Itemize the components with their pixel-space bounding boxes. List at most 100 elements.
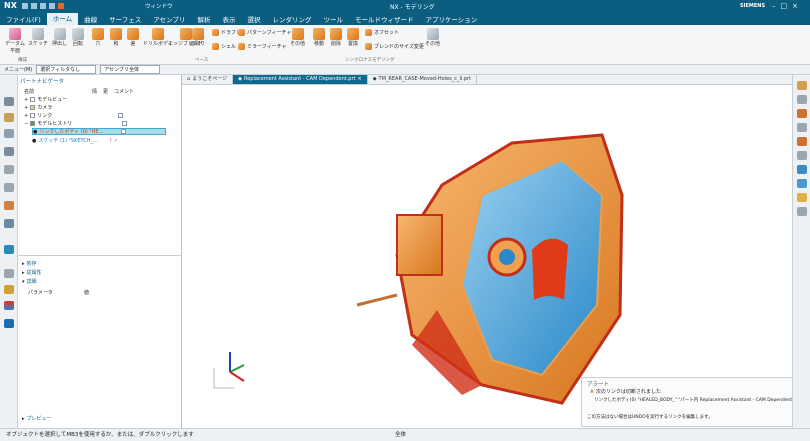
view-triad <box>213 352 245 389</box>
menu-file[interactable]: ファイル(F) <box>0 14 47 24</box>
part-navigator: パートナビゲータ 名前 情 更 コメント + モデルビュー + カメラ + リンク −… <box>18 75 182 428</box>
mirror-feature-button[interactable]: ミラーフィーチャ <box>238 43 291 50</box>
move-face-button[interactable]: 移動 <box>313 28 325 47</box>
tree-item-model-views[interactable]: + モデルビュー <box>24 96 67 104</box>
tree-item-model-history[interactable]: − モデルヒストリ <box>24 120 128 127</box>
resize-blend-icon <box>365 43 372 50</box>
col-info[interactable]: 情 <box>92 88 97 95</box>
replace-face-button[interactable]: 置換 <box>347 28 359 47</box>
kx-icon[interactable] <box>4 319 14 328</box>
tab-cam-dependent[interactable]: ◆ Replacement Assistant - CAM Dependent.p… <box>233 75 368 84</box>
menu-render[interactable]: レンダリング <box>266 14 317 24</box>
section-view-icon[interactable] <box>797 137 807 146</box>
subtract-button[interactable]: 差 <box>127 28 139 47</box>
datum-plane-button[interactable]: データム平面 <box>4 28 26 54</box>
part-icon: ◆ <box>372 76 377 82</box>
tree-item-cameras[interactable]: + カメラ <box>24 104 52 112</box>
clock-icon[interactable] <box>4 269 14 278</box>
info-icon[interactable] <box>4 285 14 294</box>
col-name[interactable]: 名前 <box>24 88 34 95</box>
menu-analysis[interactable]: 解析 <box>191 14 216 24</box>
part-navigator-icon[interactable] <box>4 97 14 106</box>
menu-assembly[interactable]: アセンブリ <box>147 14 191 24</box>
delete-face-button[interactable]: 削除 <box>330 28 342 47</box>
role-icon[interactable] <box>4 201 14 210</box>
fit-view-icon[interactable] <box>797 81 807 90</box>
tab-rear-case[interactable]: ◆ TM_REAR_CASE-Moved-Holes_c_li.prt <box>368 75 478 84</box>
menu-mold-wizard[interactable]: モールドウィザード <box>349 14 420 24</box>
more-sync-button[interactable]: その他 <box>425 28 440 47</box>
resize-blend-button[interactable]: ブレンドのサイズ変更 <box>365 43 424 50</box>
edit-section-icon[interactable] <box>797 165 807 174</box>
move-face-icon <box>313 28 325 40</box>
reuse-library-icon[interactable] <box>4 147 14 156</box>
window-controls[interactable]: – □ × <box>772 2 798 10</box>
extrude-icon <box>53 28 66 40</box>
history-icon[interactable] <box>4 165 14 174</box>
app-logo: NX <box>4 1 17 10</box>
text-icon[interactable] <box>797 179 807 188</box>
detail-col-value[interactable]: 値 <box>84 289 89 296</box>
model-views-icon <box>30 97 36 102</box>
group-label-construct: 構成 <box>18 58 27 63</box>
pattern-feature-button[interactable]: パターンフィーチャ <box>238 29 291 36</box>
selection-scope[interactable]: アセンブリ全体 <box>100 65 161 74</box>
tab-welcome[interactable]: ⌂ ようこそページ <box>182 75 234 84</box>
delete-face-icon <box>330 28 342 40</box>
zoom-icon[interactable] <box>797 95 807 104</box>
more-features-button[interactable]: その他 <box>290 28 305 47</box>
eye-icon: ● <box>32 137 37 144</box>
sketch-button[interactable]: スケッチ <box>28 28 48 47</box>
unite-button[interactable]: 和 <box>110 28 122 47</box>
section-preview[interactable]: ▸ プレビュー <box>22 415 52 423</box>
render-style-icon[interactable] <box>797 109 807 118</box>
chamfer-button[interactable]: 面取り <box>190 28 205 47</box>
menu-select[interactable]: 選択 <box>241 14 266 24</box>
status-scope: 全体 <box>395 432 407 438</box>
light-icon[interactable] <box>797 193 807 202</box>
hole-button[interactable]: 穴 <box>92 28 104 47</box>
col-comment[interactable]: コメント <box>114 88 134 95</box>
web-browser-icon[interactable] <box>4 183 14 192</box>
revolve-button[interactable]: 回転 <box>72 28 84 47</box>
tree-item-links[interactable]: + リンク <box>24 112 124 119</box>
col-update[interactable]: 更 <box>103 88 108 95</box>
menu-surface[interactable]: サーフェス <box>103 14 147 24</box>
warning-icon: ! <box>109 137 112 144</box>
shell-button[interactable]: シェル <box>212 43 241 50</box>
subtract-icon <box>127 28 139 40</box>
menu-view[interactable]: 表示 <box>216 14 241 24</box>
detail-col-parameter[interactable]: パラメータ <box>28 289 53 296</box>
measure-icon[interactable] <box>797 151 807 160</box>
tree-item-sketch[interactable]: ● スケッチ (1) "SKETCH_...! ✓ <box>32 137 118 145</box>
system-scenes-icon[interactable] <box>4 219 14 228</box>
document-tabs: ⌂ ようこそページ ◆ Replacement Assistant - CAM De… <box>182 75 792 85</box>
draft-button[interactable]: ドラフト <box>212 29 241 36</box>
offset-region-button[interactable]: オフセット <box>365 29 424 36</box>
constraint-navigator-icon[interactable] <box>4 129 14 138</box>
group-label-base: ベース <box>195 58 209 63</box>
menu-tools[interactable]: ツール <box>317 14 349 24</box>
menu-curve[interactable]: 曲線 <box>78 14 103 24</box>
window-menu[interactable]: ウィンドウ <box>145 2 173 10</box>
selection-filter[interactable]: 選択フィルタなし <box>36 65 97 74</box>
menu-application[interactable]: アプリケーション <box>419 14 483 24</box>
close-tab-icon[interactable]: × <box>357 75 361 84</box>
history-folder-icon <box>30 121 36 126</box>
tree-item-linked-body[interactable]: ● リンクしたボディ (0) "HE... <box>32 128 166 135</box>
orient-view-icon[interactable] <box>797 123 807 132</box>
layer-icon[interactable] <box>797 207 807 216</box>
extrude-button[interactable]: 押出し <box>52 28 67 47</box>
settings-icon[interactable] <box>4 245 14 254</box>
quick-access-toolbar[interactable] <box>22 3 102 10</box>
section-details[interactable]: ▾ 詳細 <box>22 278 37 286</box>
section-dependents[interactable]: ▸ 従属性 <box>22 269 42 277</box>
menu-dropdown[interactable]: メニュー(M) <box>4 66 32 73</box>
menu-home[interactable]: ホーム <box>46 13 79 25</box>
more-sync-icon <box>426 28 439 40</box>
title-bar: NX ウィンドウ NX - モデリング SIEMENS – □ × <box>0 0 810 13</box>
assembly-navigator-icon[interactable] <box>4 113 14 122</box>
color-icon[interactable] <box>4 301 14 310</box>
graphics-window[interactable]: アラート × ▲次のリンクは切断されました リンクしたボディ(0) "HEALE… <box>182 85 803 428</box>
section-dependencies[interactable]: ▸ 依存 <box>22 260 37 268</box>
